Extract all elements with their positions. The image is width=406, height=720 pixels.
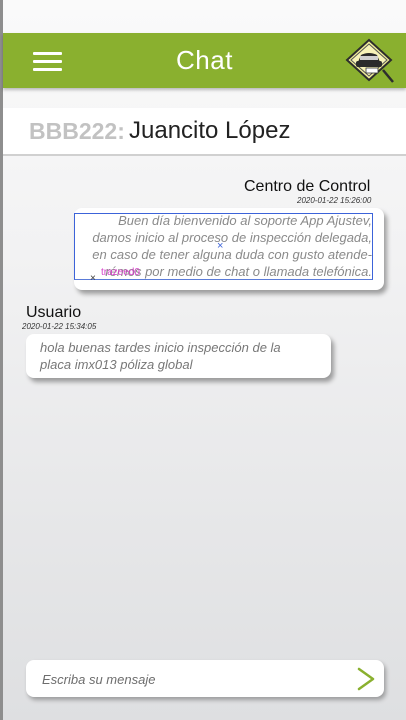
- case-header: BBB222: Juancito López: [3, 108, 406, 156]
- message-line: placa imx013 póliza global: [40, 357, 193, 372]
- annotation-label: trazeed0: [101, 267, 140, 278]
- send-chevron-icon[interactable]: [356, 667, 376, 691]
- message-sender: Usuario: [26, 304, 82, 321]
- annotation-marker: ×: [217, 240, 224, 252]
- message-bubble-outgoing: hola buenas tardes inicio inspección de …: [26, 334, 331, 378]
- message-timestamp: 2020-01-22 15:26:00: [297, 196, 372, 205]
- annotation-marker: ×: [90, 273, 96, 284]
- vehicle-plate: BBB222:: [29, 118, 125, 144]
- message-timestamp: 2020-01-22 15:34:05: [22, 322, 97, 331]
- app-screen: Chat BBB222: Juancito López Centro de Co…: [0, 0, 406, 720]
- message-text: hola buenas tardes inicio inspección de …: [26, 334, 331, 373]
- top-app-bar: Chat: [3, 33, 406, 88]
- message-input[interactable]: [40, 668, 344, 690]
- insurance-car-logo-icon[interactable]: [343, 38, 395, 84]
- message-composer: [26, 660, 384, 697]
- message-sender: Centro de Control: [244, 178, 371, 195]
- message-line: hola buenas tardes inicio inspección de …: [40, 340, 281, 355]
- client-name: Juancito López: [129, 117, 291, 144]
